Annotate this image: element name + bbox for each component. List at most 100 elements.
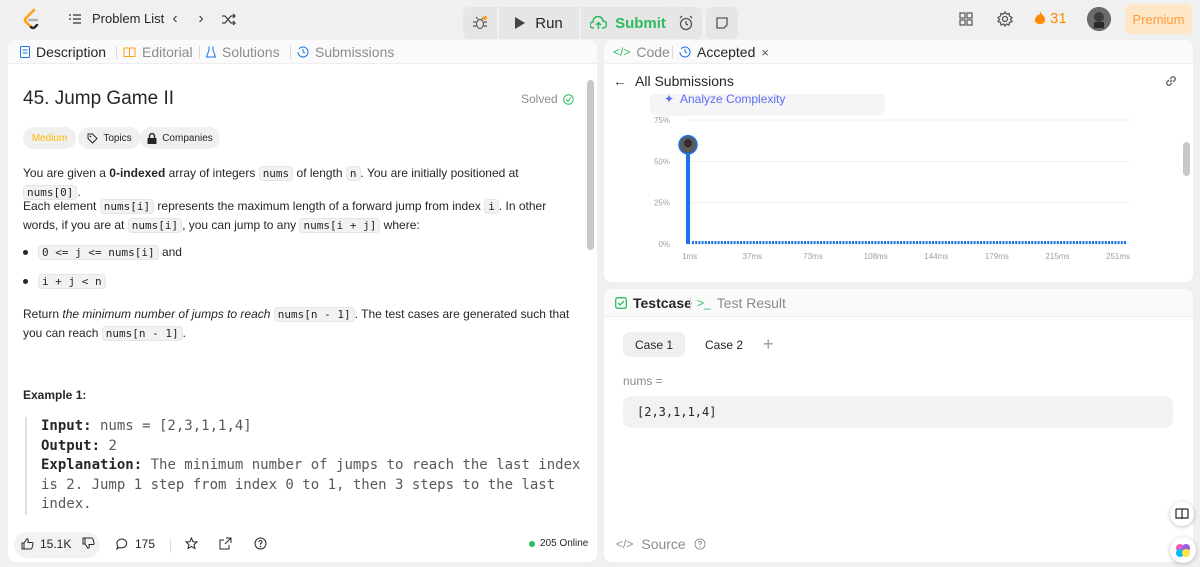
run-button[interactable]: Run	[499, 7, 579, 39]
runtime-bar	[855, 241, 858, 244]
runtime-bar	[941, 241, 944, 244]
runtime-bar	[996, 241, 998, 244]
scrollbar-thumb[interactable]	[587, 80, 594, 250]
runtime-bar	[896, 241, 899, 244]
description-scrollbar[interactable]	[586, 72, 595, 528]
settings-button[interactable]	[996, 10, 1014, 28]
question-circle-icon	[254, 537, 267, 550]
debug-button[interactable]	[463, 7, 497, 39]
tab-editorial[interactable]: Editorial	[123, 44, 193, 60]
chevron-left-icon: ‹	[172, 10, 178, 27]
bullet-dot	[23, 249, 28, 255]
tab-divider	[690, 297, 691, 310]
problem-title[interactable]: 45. Jump Game II	[23, 88, 174, 110]
code-brackets-icon: </>	[613, 45, 631, 59]
all-submissions-link[interactable]: All Submissions	[635, 73, 734, 89]
runtime-bar	[1111, 241, 1114, 244]
runtime-bar	[1095, 241, 1098, 244]
runtime-bar	[768, 241, 771, 244]
runtime-bar	[1079, 241, 1082, 244]
runtime-bar	[733, 241, 736, 244]
tab-code[interactable]: </> Code	[613, 44, 670, 60]
tab-submissions[interactable]: Submissions	[297, 44, 394, 60]
submission-scrollbar[interactable]	[1182, 96, 1191, 282]
back-arrow-icon[interactable]: ←	[613, 73, 627, 89]
runtime-bar	[973, 241, 976, 244]
next-problem-button[interactable]: ›	[191, 9, 211, 29]
tab-divider	[199, 46, 200, 59]
runtime-bar	[1005, 241, 1008, 244]
runtime-bar	[813, 241, 816, 244]
tab-divider	[116, 46, 117, 59]
runtime-bar	[730, 241, 733, 244]
tab-solutions[interactable]: Solutions	[206, 44, 280, 60]
x-tick-label: 179ms	[985, 252, 1009, 261]
example-block: Input: nums = [2,3,1,1,4] Output: 2 Expl…	[25, 417, 585, 515]
problem-paragraph-2: Each element nums[i] represents the maxi…	[23, 199, 547, 233]
highlighted-runtime-bar[interactable]	[686, 144, 690, 244]
runtime-bar	[858, 241, 861, 244]
tab-accepted[interactable]: Accepted ×	[679, 44, 769, 60]
premium-button[interactable]: Premium	[1125, 4, 1192, 34]
constraint-bullet-2: i + j < n	[23, 274, 106, 289]
random-problem-button[interactable]	[218, 9, 238, 29]
runtime-bar	[756, 241, 758, 244]
prev-problem-button[interactable]: ‹	[165, 9, 185, 29]
ai-assistant-float-button[interactable]	[1170, 537, 1196, 563]
problem-paragraph-3: Return the minimum number of jumps to re…	[23, 307, 570, 341]
checkbox-icon	[615, 297, 627, 309]
user-avatar[interactable]	[1087, 7, 1111, 31]
shuffle-icon	[221, 13, 236, 25]
link-icon[interactable]	[1163, 73, 1179, 89]
runtime-bar	[852, 241, 854, 244]
submit-label: Submit	[615, 14, 666, 32]
case-2-tab[interactable]: Case 2	[693, 332, 755, 357]
favorite-button[interactable]	[185, 537, 198, 550]
timer-button[interactable]	[670, 7, 702, 39]
problem-list-icon[interactable]	[68, 12, 82, 26]
runtime-bar	[724, 241, 726, 244]
add-testcase-icon[interactable]: +	[763, 334, 774, 355]
topics-badge[interactable]: Topics	[78, 127, 141, 149]
notes-button[interactable]	[706, 7, 738, 39]
submit-button[interactable]: Submit	[581, 7, 675, 39]
close-tab-icon[interactable]: ×	[761, 45, 769, 60]
share-button[interactable]	[219, 537, 232, 550]
dislike-button[interactable]	[82, 537, 95, 549]
like-button[interactable]: 15.1K	[21, 537, 71, 551]
runtime-chart-viewport: ✦ Analyze Complexity 75% 50% 25% 0% 1ms 37ms 7…	[604, 94, 1182, 282]
help-button[interactable]	[254, 537, 267, 550]
nums-input[interactable]: [2,3,1,1,4]	[623, 396, 1173, 428]
tab-submissions-label: Submissions	[315, 44, 395, 60]
book-icon	[123, 47, 136, 57]
runtime-bar	[944, 241, 947, 244]
tab-test-result-label: Test Result	[716, 295, 786, 311]
source-button[interactable]: </> Source	[616, 536, 706, 552]
leetcode-logo-icon[interactable]	[22, 8, 42, 30]
runtime-bar	[861, 241, 864, 244]
scrollbar-thumb[interactable]	[1183, 142, 1190, 176]
runtime-bar	[912, 241, 915, 244]
runtime-bar	[711, 241, 714, 244]
runtime-bar	[954, 241, 957, 244]
tag-icon	[87, 133, 99, 144]
runtime-bar	[1018, 241, 1021, 244]
runtime-bar	[800, 241, 803, 244]
runtime-bar	[845, 241, 848, 244]
grid-layout-icon	[959, 12, 973, 26]
runtime-bar	[820, 241, 822, 244]
layout-button[interactable]	[957, 10, 975, 28]
problem-list-link[interactable]: Problem List	[92, 11, 164, 26]
comments-button[interactable]: 175	[116, 537, 155, 551]
submission-avatar-marker[interactable]	[678, 135, 698, 155]
runtime-bar	[804, 241, 806, 244]
runtime-bar	[938, 241, 941, 244]
tab-testcase[interactable]: Testcase	[615, 295, 692, 311]
companies-badge[interactable]: Companies	[140, 127, 220, 149]
tab-test-result[interactable]: >_ Test Result	[697, 295, 786, 311]
streak-counter[interactable]: 31	[1034, 10, 1067, 27]
case-1-tab[interactable]: Case 1	[623, 332, 685, 357]
notebook-float-button[interactable]	[1170, 502, 1194, 526]
tab-description[interactable]: Description	[20, 44, 106, 60]
runtime-bar	[1076, 241, 1078, 244]
